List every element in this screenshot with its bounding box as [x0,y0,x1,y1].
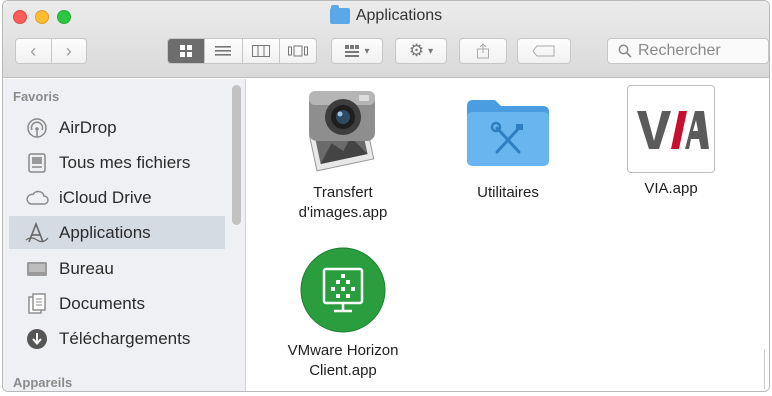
app-label: VIA.app [644,180,698,197]
vmware-horizon-icon [298,245,388,335]
desktop-icon [25,258,49,280]
sidebar-section-devices: Appareils [13,375,73,390]
sidebar-item-label: Documents [59,293,145,313]
window-title-text: Applications [355,7,443,24]
utilities-folder-icon [463,87,553,177]
app-item-vmware-horizon[interactable]: VMware Horizon Client.app [268,245,418,381]
gallery-view-button[interactable] [280,39,316,63]
sidebar-item-downloads[interactable]: Téléchargements [9,322,225,355]
tag-button[interactable] [517,38,571,64]
documents-icon [25,292,49,315]
sidebar-item-icloud-drive[interactable]: iCloud Drive [9,181,225,214]
chevron-down-icon: ▾ [364,45,370,57]
icon-view-button[interactable] [168,39,206,63]
tag-icon [532,45,555,57]
gear-icon: ⚙ [408,41,425,60]
navigation-buttons: ‹ › [15,38,87,64]
arrange-button[interactable]: ▾ [331,38,383,64]
image-capture-icon [298,87,388,177]
airdrop-icon [25,117,49,139]
sidebar-item-label: Bureau [59,258,114,278]
share-icon [477,43,489,59]
search-field[interactable]: Rechercher [607,38,769,64]
downloads-icon [25,328,49,350]
arrange-icon [345,45,360,57]
sidebar-item-airdrop[interactable]: AirDrop [9,111,225,144]
app-item-via[interactable]: VIA.app [596,85,746,199]
back-button[interactable]: ‹ [16,39,52,63]
search-placeholder: Rechercher [638,42,721,59]
sidebar-item-label: Téléchargements [59,328,191,348]
sidebar-item-label: Applications [59,222,151,242]
toolbar: Applications ‹ › ▾ ⚙ ▾ Rechercher [3,1,769,78]
via-app-icon [627,85,715,173]
view-mode-buttons [167,38,317,64]
cloud-icon [25,187,49,209]
app-label: Utilitaires [477,184,539,201]
all-files-icon [25,152,49,174]
gallery-view-icon [287,45,308,57]
share-button[interactable] [459,38,507,64]
sidebar-item-all-files[interactable]: Tous mes fichiers [9,146,225,179]
sidebar-item-documents[interactable]: Documents [9,287,225,320]
column-view-button[interactable] [243,39,280,63]
content-scrollbar[interactable] [764,349,765,389]
file-browser: Transfert d'images.app Utilitaires VIA.a… [247,79,769,391]
sidebar-item-label: Tous mes fichiers [59,152,191,172]
sidebar-item-label: AirDrop [59,117,117,137]
app-item-image-capture[interactable]: Transfert d'images.app [268,87,418,223]
sidebar-scrollbar[interactable] [232,85,241,225]
icon-view-icon [180,45,193,57]
forward-button[interactable]: › [52,39,87,63]
applications-icon [25,221,49,244]
search-icon [618,44,632,58]
sidebar-item-applications[interactable]: Applications [9,216,225,249]
finder-window: Applications ‹ › ▾ ⚙ ▾ Rechercher Favori… [2,0,770,392]
list-view-button[interactable] [205,39,243,63]
window-title: Applications [3,5,769,25]
list-view-icon [215,46,232,56]
chevron-down-icon: ▾ [428,45,434,57]
action-button[interactable]: ⚙ ▾ [395,38,447,64]
app-item-utilities[interactable]: Utilitaires [433,87,583,203]
column-view-icon [251,45,270,57]
app-label: Transfert d'images.app [298,184,388,221]
app-label: VMware Horizon Client.app [287,342,399,379]
sidebar-section-favorites: Favoris [13,89,60,104]
sidebar: Favoris AirDrop Tous mes fichiers iCloud… [3,79,246,391]
sidebar-item-label: iCloud Drive [59,187,152,207]
folder-icon [329,5,350,24]
sidebar-item-desktop[interactable]: Bureau [9,252,225,285]
